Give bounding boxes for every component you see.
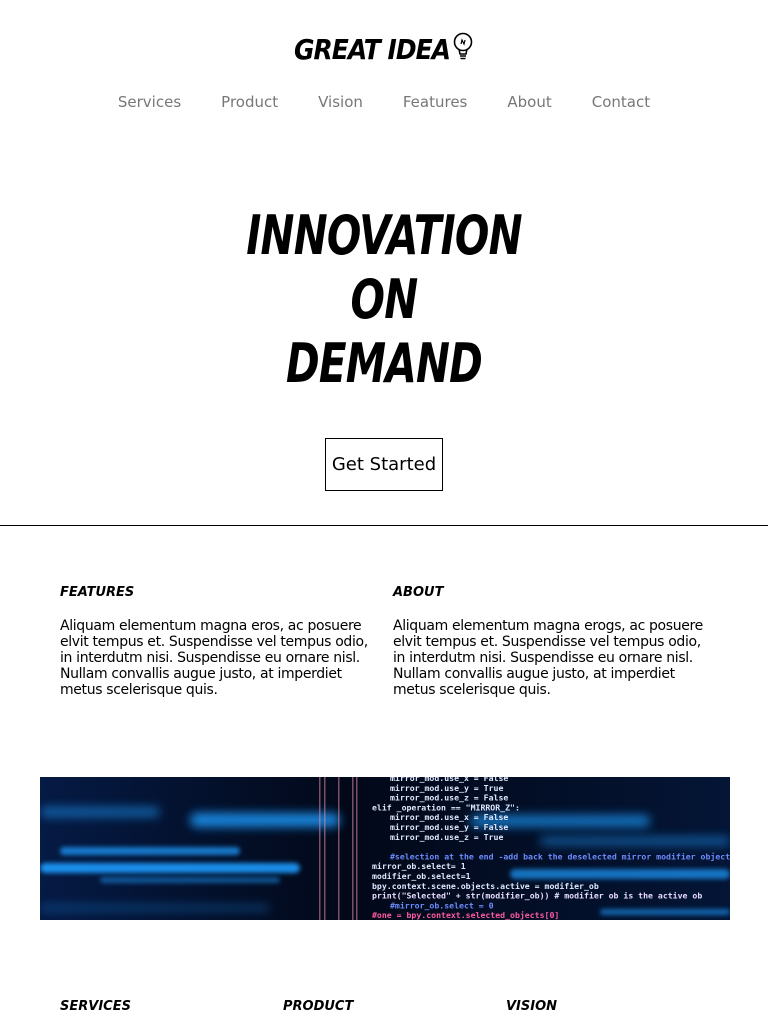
code-banner-graphic: mirror_mod.use_x = Falsemirror_mod.use_y… bbox=[40, 777, 730, 920]
code-line-8: #selection at the end -add back the dese… bbox=[390, 851, 730, 861]
nav-product[interactable]: Product bbox=[221, 90, 278, 114]
code-line-6: mirror_mod.use_z = True bbox=[390, 832, 503, 842]
code-line-12: print("Selected" + str(modifier_ob)) # m… bbox=[372, 891, 702, 901]
code-line-9: mirror_ob.select= 1 bbox=[372, 861, 466, 871]
bokeh-streak-2 bbox=[60, 847, 240, 855]
code-line-1: mirror_mod.use_y = True bbox=[390, 783, 503, 793]
code-line-14: #one = bpy.context.selected_objects[0] bbox=[372, 910, 559, 920]
lightbulb-icon bbox=[452, 32, 474, 66]
bokeh-streak-8 bbox=[600, 909, 730, 915]
vision-heading: VISION bbox=[506, 999, 558, 1014]
nav-services[interactable]: Services bbox=[118, 90, 181, 114]
code-banner-image: mirror_mod.use_x = False mirror_mod.use_y… bbox=[40, 777, 730, 920]
hero-line-1: INNOVATION bbox=[246, 204, 522, 268]
about-heading: ABOUT bbox=[393, 585, 444, 600]
code-line-3: elif _operation == "MIRROR_Z": bbox=[372, 802, 520, 812]
get-started-button[interactable]: Get Started bbox=[325, 438, 443, 491]
features-body: Aliquam elementum magna eros, ac posuere… bbox=[60, 618, 368, 698]
features-heading: FEATURES bbox=[60, 585, 135, 600]
bokeh-streak-4 bbox=[100, 877, 280, 883]
site-logo[interactable]: GREAT IDEA bbox=[0, 30, 768, 68]
hero-heading: INNOVATION ON DEMAND bbox=[0, 204, 768, 396]
services-heading: SERVICES bbox=[60, 999, 131, 1014]
section-divider bbox=[0, 525, 768, 526]
main-nav: Services Product Vision Features About C… bbox=[0, 90, 768, 114]
bokeh-streak-6 bbox=[540, 837, 730, 845]
hero-line-3: DEMAND bbox=[285, 332, 483, 396]
bokeh-streak-7 bbox=[510, 869, 730, 879]
vertical-line-1 bbox=[324, 777, 326, 920]
logo-text: GREAT IDEA bbox=[293, 32, 451, 66]
vertical-line-2 bbox=[338, 777, 340, 920]
bokeh-streak-3 bbox=[40, 863, 300, 873]
nav-features[interactable]: Features bbox=[403, 90, 468, 114]
code-line-4: mirror_mod.use_x = False bbox=[390, 812, 508, 822]
vertical-line-0 bbox=[319, 777, 321, 920]
code-line-2: mirror_mod.use_z = False bbox=[390, 793, 508, 803]
nav-about[interactable]: About bbox=[507, 90, 551, 114]
product-heading: PRODUCT bbox=[283, 999, 354, 1014]
bokeh-streak-9 bbox=[40, 905, 270, 911]
bokeh-streak-1 bbox=[190, 813, 340, 827]
nav-contact[interactable]: Contact bbox=[592, 90, 650, 114]
about-body: Aliquam elementum magna erogs, ac posuer… bbox=[393, 618, 703, 698]
code-line-13: #mirror_ob.select = 0 bbox=[390, 900, 494, 910]
about-section: ABOUT Aliquam elementum magna erogs, ac … bbox=[393, 584, 711, 698]
nav-vision[interactable]: Vision bbox=[318, 90, 363, 114]
code-line-11: bpy.context.scene.objects.active = modif… bbox=[372, 881, 599, 891]
vertical-line-3 bbox=[352, 777, 354, 920]
features-section: FEATURES Aliquam elementum magna eros, a… bbox=[60, 584, 378, 698]
vertical-line-4 bbox=[356, 777, 358, 920]
code-line-5: mirror_mod.use_y = False bbox=[390, 822, 508, 832]
hero-line-2: ON bbox=[350, 268, 419, 332]
code-line-10: modifier_ob.select=1 bbox=[372, 871, 471, 881]
bokeh-streak-0 bbox=[40, 807, 160, 817]
